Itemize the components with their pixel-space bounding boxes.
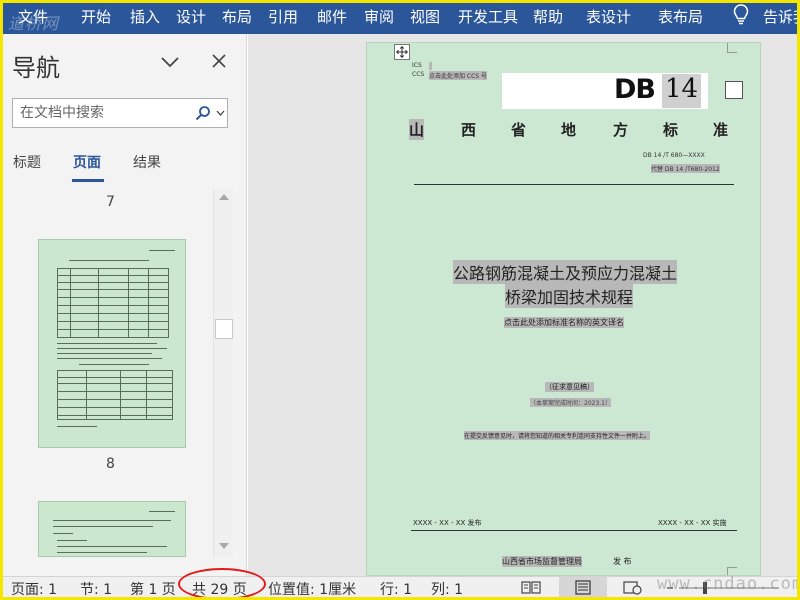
db-number[interactable]: 14 [662,74,702,108]
active-tab-indicator [72,179,104,182]
site-watermark: www.cndao.com [657,574,800,594]
province-title: 山 西 省 地 方 标 准 [409,119,734,140]
footer-rule [411,530,737,531]
tab-tell-me[interactable]: 告诉我 [763,6,800,27]
province-char: 标 [663,121,679,139]
tab-view[interactable]: 视图 [410,6,440,27]
header-rule [414,184,734,185]
thumbnail-table [57,370,173,420]
crop-mark [727,43,737,53]
status-position[interactable]: 位置值: 1厘米 [268,579,356,599]
province-char: 准 [713,121,729,139]
draft-date[interactable]: （本草案完成时间：2023.1） [530,398,611,407]
province-char: 省 [511,121,527,139]
standard-number[interactable]: DB 14 /T 680—XXXX [643,152,705,159]
print-layout-icon [575,580,591,595]
scroll-thumb[interactable] [215,319,233,339]
tab-mailings[interactable]: 邮件 [317,6,347,27]
tab-results[interactable]: 结果 [133,152,161,172]
status-column[interactable]: 列: 1 [431,579,463,599]
thumbnail-table [57,268,169,338]
tab-layout[interactable]: 布局 [222,6,252,27]
search-input[interactable] [13,99,189,127]
issue-word: 发 布 [613,557,632,566]
document-canvas: ICS CCS 点击此处添加 CCS 号 DB 14 山 西 省 地 方 标 准… [248,34,797,576]
status-page-of[interactable]: 第 1 页 [130,579,176,599]
status-page[interactable]: 页面: 1 [11,579,57,599]
status-section[interactable]: 节: 1 [80,579,112,599]
tab-insert[interactable]: 插入 [130,6,160,27]
web-layout-icon[interactable] [623,580,643,595]
scroll-up-icon[interactable] [218,192,230,202]
read-mode-icon[interactable] [521,580,541,595]
db-label: DB [614,74,656,105]
search-icon[interactable] [195,105,211,121]
province-char: 方 [613,121,629,139]
tab-table-layout[interactable]: 表布局 [658,6,703,27]
standard-logo-box: DB 14 [502,73,708,109]
nav-title: 导航 [12,54,60,82]
ccs-label: CCS [412,71,425,78]
tab-pages[interactable]: 页面 [73,152,101,172]
nav-scrollbar[interactable] [213,189,233,557]
page-label: 8 [106,456,115,472]
tab-table-design[interactable]: 表设计 [586,6,631,27]
issuer[interactable]: 山西省市场监督管理局 [502,556,582,567]
tab-references[interactable]: 引用 [268,6,298,27]
tab-file[interactable]: 文件 [18,6,48,27]
document-title-line1[interactable]: 公路钢筋混凝土及预应力混凝土 [453,260,678,284]
checkbox[interactable] [725,81,743,99]
english-title-hint[interactable]: 点击此处添加标准名称的英文译名 [504,317,624,328]
document-page[interactable]: ICS CCS 点击此处添加 CCS 号 DB 14 山 西 省 地 方 标 准… [366,42,761,576]
implement-date[interactable]: XXXX - XX - XX 实施 [658,518,727,528]
page-thumbnail[interactable] [38,501,186,557]
close-icon[interactable] [209,51,229,71]
tab-headings[interactable]: 标题 [13,152,41,172]
chevron-down-icon[interactable] [216,109,225,117]
publish-date[interactable]: XXXX - XX - XX 发布 [413,518,482,528]
tab-design[interactable]: 设计 [176,6,206,27]
ics-field[interactable] [429,62,432,70]
tab-home[interactable]: 开始 [81,6,111,27]
page-label: 7 [106,194,115,210]
document-title-line2[interactable]: 桥梁加固技术规程 [505,284,634,308]
tab-help[interactable]: 帮助 [533,6,563,27]
feedback-note[interactable]: 在提交反馈意见时，请将您知道的相关专利连同支持性文件一并附上。 [464,431,651,440]
search-box [12,98,228,128]
table-move-handle-icon[interactable] [394,44,410,60]
ccs-hint[interactable]: 点击此处添加 CCS 号 [429,71,488,80]
lightbulb-icon[interactable] [733,4,749,26]
navigation-pane: 导航 标题 页面 结果 7 [3,34,247,576]
page-thumbnail[interactable] [38,239,186,448]
tab-review[interactable]: 审阅 [364,6,394,27]
chevron-down-icon[interactable] [159,54,181,70]
province-char: 山 [409,119,425,140]
replaces-standard[interactable]: 代替 DB 14 /T680-2012 [651,164,720,173]
ics-label: ICS [412,62,422,69]
status-line[interactable]: 行: 1 [380,579,412,599]
scroll-down-icon[interactable] [218,541,230,551]
ribbon-menu-bar: 道桥网 文件 开始 插入 设计 布局 引用 邮件 审阅 视图 开发工具 帮助 表… [0,0,800,34]
province-char: 地 [561,121,577,139]
province-char: 西 [461,121,477,139]
print-layout-button[interactable] [559,577,607,598]
tab-developer[interactable]: 开发工具 [458,6,518,27]
draft-label[interactable]: （征求意见稿） [545,382,594,392]
status-total-pages[interactable]: 共 29 页 [192,579,247,599]
